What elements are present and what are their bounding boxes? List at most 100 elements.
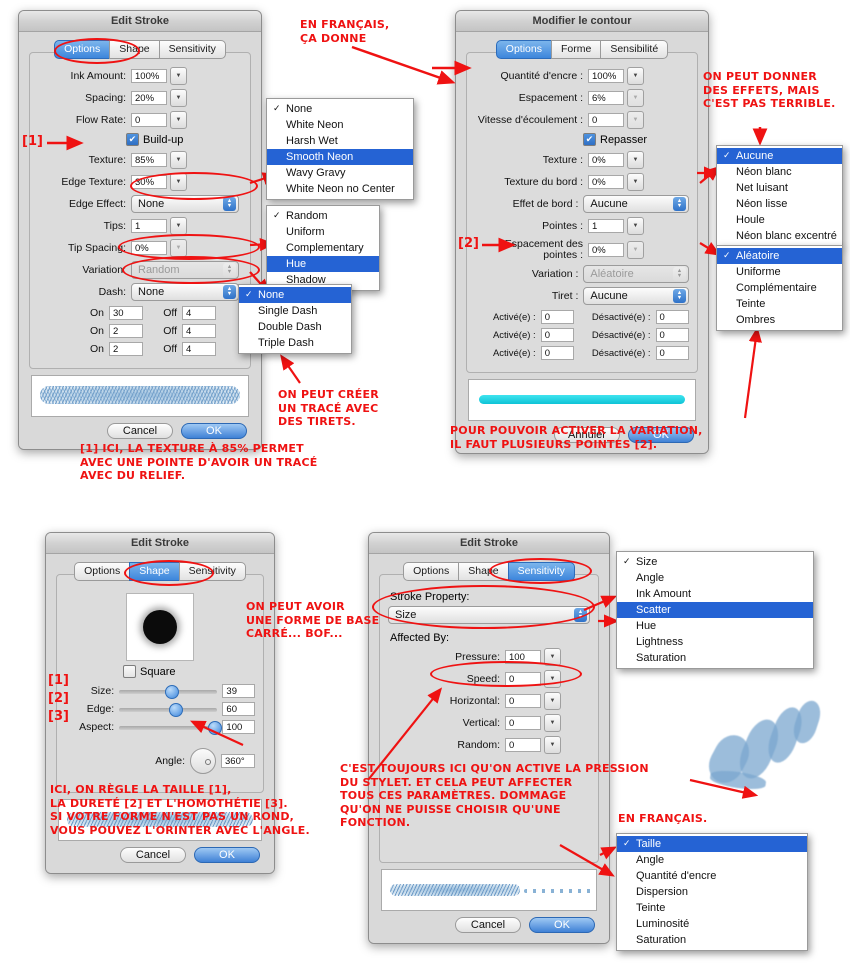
input-edge[interactable]: 60 bbox=[222, 702, 255, 716]
tab-sensitivity[interactable]: Sensitivity bbox=[507, 562, 575, 581]
stepper-texture-icon[interactable]: ▼ bbox=[170, 151, 187, 169]
input-vertical[interactable]: 0 bbox=[505, 716, 541, 730]
menu-item[interactable]: Ombres bbox=[717, 312, 842, 328]
menu-item[interactable]: ✓ None bbox=[267, 101, 413, 117]
tab-bar[interactable]: Options Shape Sensitivity bbox=[379, 562, 599, 581]
menu-item[interactable]: Saturation bbox=[617, 650, 813, 666]
stepper-random-icon[interactable]: ▼ bbox=[544, 736, 561, 754]
input-size[interactable]: 39 bbox=[222, 684, 255, 698]
tab-shape[interactable]: Shape bbox=[129, 562, 180, 581]
input-active[interactable]: 0 bbox=[540, 346, 575, 360]
input-espacement[interactable]: 6% bbox=[588, 91, 624, 105]
menu-edge-effect-en[interactable]: ✓ None White Neon Harsh Wet Smooth Neon W… bbox=[266, 98, 414, 200]
stepper-texture-icon[interactable]: ▼ bbox=[627, 151, 644, 169]
input-off[interactable]: 4 bbox=[182, 342, 216, 356]
menu-item[interactable]: Ink Amount bbox=[617, 586, 813, 602]
menu-variation-en[interactable]: ✓ Random Uniform Complementary Hue Shadow bbox=[266, 205, 380, 291]
tab-sensitivity[interactable]: Sensitivity bbox=[178, 562, 246, 581]
angle-dial[interactable] bbox=[190, 748, 216, 774]
menu-item[interactable]: Lightness bbox=[617, 634, 813, 650]
stepper-ink-amount-icon[interactable]: ▼ bbox=[170, 67, 187, 85]
input-ink-amount[interactable]: 100% bbox=[131, 69, 167, 83]
menu-item[interactable]: Net luisant bbox=[717, 180, 842, 196]
tab-forme[interactable]: Forme bbox=[550, 40, 602, 59]
menu-effet-bord-fr[interactable]: ✓ Aucune Néon blanc Net luisant Néon liss… bbox=[716, 145, 843, 247]
checkbox-repasser[interactable]: ✔ bbox=[583, 133, 596, 146]
stepper-edge-texture-icon[interactable]: ▼ bbox=[170, 173, 187, 191]
stepper-tips-icon[interactable]: ▼ bbox=[170, 217, 187, 235]
tab-bar[interactable]: Options Shape Sensitivity bbox=[56, 562, 264, 581]
menu-item[interactable]: White Neon bbox=[267, 117, 413, 133]
input-angle[interactable]: 360° bbox=[221, 754, 255, 768]
menu-item[interactable]: Hue bbox=[267, 256, 379, 272]
stepper-horizontal-icon[interactable]: ▼ bbox=[544, 692, 561, 710]
input-quantite-encre[interactable]: 100% bbox=[588, 69, 624, 83]
dialog-edit-stroke-options[interactable]: Edit Stroke Options Shape Sensitivity In… bbox=[18, 10, 262, 450]
stepper-pointes-icon[interactable]: ▼ bbox=[627, 217, 644, 235]
input-on[interactable]: 2 bbox=[109, 324, 143, 338]
cancel-button[interactable]: Cancel bbox=[107, 423, 173, 439]
input-off[interactable]: 4 bbox=[182, 306, 216, 320]
menu-item[interactable]: ✓ Random bbox=[267, 208, 379, 224]
dialog-edit-stroke-sensitivity[interactable]: Edit Stroke Options Shape Sensitivity St… bbox=[368, 532, 610, 944]
menu-item[interactable]: Complémentaire bbox=[717, 280, 842, 296]
menu-item[interactable]: Teinte bbox=[617, 900, 807, 916]
input-off[interactable]: 4 bbox=[182, 324, 216, 338]
menu-item[interactable]: Néon lisse bbox=[717, 196, 842, 212]
stepper-pressure-icon[interactable]: ▼ bbox=[544, 648, 561, 666]
input-pressure[interactable]: 100 bbox=[505, 650, 541, 664]
stepper-texture-bord-icon[interactable]: ▼ bbox=[627, 173, 644, 191]
menu-item[interactable]: Angle bbox=[617, 852, 807, 868]
menu-item[interactable]: Scatter bbox=[617, 602, 813, 618]
menu-item[interactable]: Néon blanc excentré bbox=[717, 228, 842, 244]
menu-item[interactable]: White Neon no Center bbox=[267, 181, 413, 197]
menu-item[interactable]: Uniform bbox=[267, 224, 379, 240]
input-spacing[interactable]: 20% bbox=[131, 91, 167, 105]
input-desactive[interactable]: 0 bbox=[655, 346, 689, 360]
input-horizontal[interactable]: 0 bbox=[505, 694, 541, 708]
tab-options[interactable]: Options bbox=[54, 40, 111, 59]
dialog-buttons[interactable]: Cancel OK bbox=[56, 847, 264, 865]
menu-item[interactable]: Dispersion bbox=[617, 884, 807, 900]
input-texture[interactable]: 85% bbox=[131, 153, 167, 167]
cancel-button[interactable]: Cancel bbox=[455, 917, 521, 933]
input-vitesse[interactable]: 0 bbox=[588, 113, 624, 127]
menu-variation-fr[interactable]: ✓ Aléatoire Uniforme Complémentaire Teint… bbox=[716, 245, 843, 331]
popup-stroke-property[interactable]: Size ▲ ▼ bbox=[388, 606, 590, 624]
checkbox-buildup[interactable]: ✔ bbox=[126, 133, 139, 146]
input-tips[interactable]: 1 bbox=[131, 219, 167, 233]
input-aspect[interactable]: 100 bbox=[222, 720, 255, 734]
stepper-spacing-icon[interactable]: ▼ bbox=[170, 89, 187, 107]
menu-item[interactable]: Saturation bbox=[617, 932, 807, 948]
tab-shape[interactable]: Shape bbox=[109, 40, 160, 59]
popup-tiret[interactable]: Aucune ▲ ▼ bbox=[583, 287, 689, 305]
popup-effet-bord[interactable]: Aucune ▲ ▼ bbox=[583, 195, 689, 213]
menu-item[interactable]: Harsh Wet bbox=[267, 133, 413, 149]
input-on[interactable]: 2 bbox=[109, 342, 143, 356]
menu-item[interactable]: Wavy Gravy bbox=[267, 165, 413, 181]
menu-stroke-property-fr[interactable]: ✓ Taille Angle Quantité d'encre Dispersio… bbox=[616, 833, 808, 951]
dialog-modifier-contour[interactable]: Modifier le contour Options Forme Sensib… bbox=[455, 10, 709, 454]
input-active[interactable]: 0 bbox=[540, 310, 575, 324]
ok-button[interactable]: OK bbox=[529, 917, 595, 933]
tab-shape[interactable]: Shape bbox=[458, 562, 509, 581]
slider-edge[interactable] bbox=[119, 702, 218, 717]
menu-item[interactable]: ✓ None bbox=[239, 287, 351, 303]
input-random[interactable]: 0 bbox=[505, 738, 541, 752]
ok-button[interactable]: OK bbox=[194, 847, 260, 863]
ok-button[interactable]: OK bbox=[181, 423, 247, 439]
input-texture-bord[interactable]: 0% bbox=[588, 175, 624, 189]
input-edge-texture[interactable]: 30% bbox=[131, 175, 167, 189]
menu-item[interactable]: ✓ Size bbox=[617, 554, 813, 570]
menu-item[interactable]: Teinte bbox=[717, 296, 842, 312]
slider-size[interactable] bbox=[119, 684, 218, 699]
popup-dash[interactable]: None ▲ ▼ bbox=[131, 283, 239, 301]
menu-item[interactable]: Quantité d'encre bbox=[617, 868, 807, 884]
input-on[interactable]: 30 bbox=[109, 306, 143, 320]
menu-item[interactable]: Luminosité bbox=[617, 916, 807, 932]
input-texture[interactable]: 0% bbox=[588, 153, 624, 167]
menu-item[interactable]: Double Dash bbox=[239, 319, 351, 335]
menu-item[interactable]: ✓ Aucune bbox=[717, 148, 842, 164]
dialog-buttons[interactable]: Cancel OK bbox=[379, 917, 599, 935]
tab-bar[interactable]: Options Shape Sensitivity bbox=[29, 40, 251, 59]
